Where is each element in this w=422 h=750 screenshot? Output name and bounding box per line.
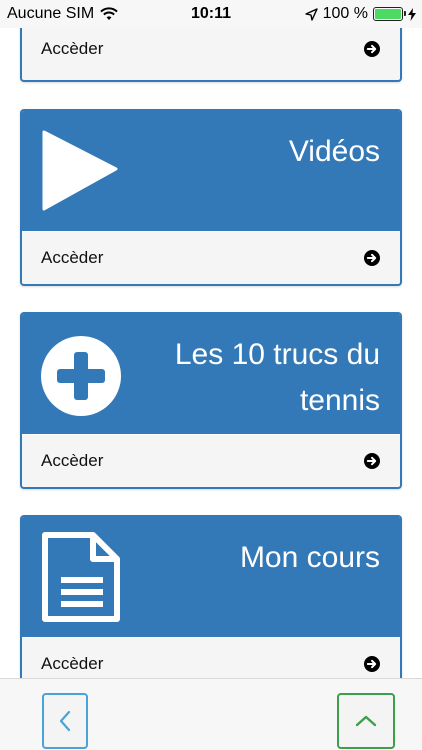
chevron-up-icon (355, 715, 377, 727)
card-access-button[interactable]: Accèder (22, 434, 400, 486)
chevron-left-icon (59, 710, 71, 732)
card-title: Les 10 trucs du tennis (174, 338, 380, 417)
bottom-nav-bar (0, 678, 422, 750)
card-title: Vidéos (288, 135, 380, 168)
access-label: Accèder (41, 38, 104, 58)
access-label: Accèder (41, 450, 104, 470)
document-icon (42, 532, 120, 622)
card-access-button[interactable]: Accèder (22, 22, 400, 74)
access-label: Accèder (41, 653, 104, 673)
access-label: Accèder (41, 247, 104, 267)
battery-icon (373, 7, 406, 21)
card-videos: Vidéos Accèder (20, 109, 402, 286)
arrow-circle-right-icon (364, 655, 380, 672)
card-my-course: Mon cours Accèder (20, 515, 402, 692)
card-tennis-tips: Les 10 trucs du tennis Accèder (20, 312, 402, 489)
arrow-circle-right-icon (364, 452, 380, 469)
charging-icon (408, 7, 416, 21)
scroll-top-button[interactable] (337, 693, 395, 749)
status-bar: Aucune SIM 10:11 100 % (0, 0, 422, 28)
card-header: Mon cours (22, 517, 400, 637)
battery-percent: 100 % (322, 5, 368, 22)
card-access-button[interactable]: Accèder (22, 231, 400, 283)
plus-circle-icon (41, 336, 121, 416)
status-right-group: 100 % (304, 5, 416, 23)
arrow-circle-right-icon (364, 249, 380, 266)
card-header: Vidéos (22, 111, 400, 231)
back-button[interactable] (42, 693, 88, 749)
card-title: Mon cours (239, 541, 380, 574)
arrow-circle-right-icon (364, 40, 380, 57)
play-icon (42, 130, 118, 211)
card-header: Les 10 trucs du tennis (22, 314, 400, 434)
location-arrow-icon (304, 7, 318, 21)
